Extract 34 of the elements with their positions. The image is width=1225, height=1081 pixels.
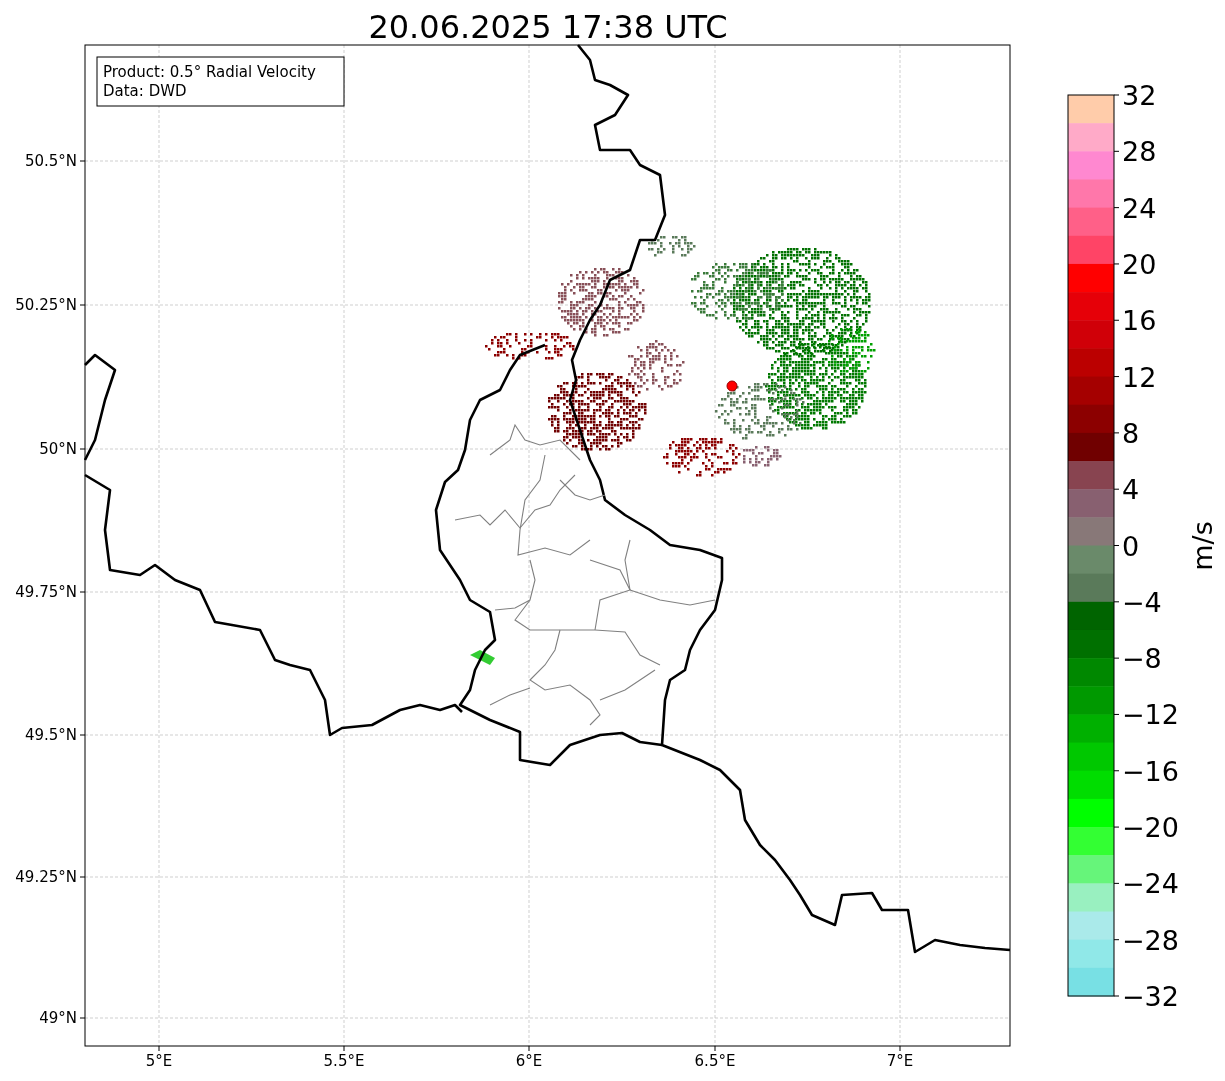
- colorbar-tick-label: −32: [1122, 981, 1179, 1012]
- colorbar-tick-label: 28: [1122, 136, 1157, 168]
- colorbar-tick-label: −16: [1122, 755, 1179, 787]
- axis-tick-label: 49°N: [39, 1009, 77, 1027]
- colorbar-tick-label: 0: [1122, 530, 1140, 562]
- colorbar-tick-label: 12: [1122, 361, 1157, 393]
- colorbar-tick-label: −24: [1122, 868, 1179, 900]
- axis-tick-label: 50°N: [39, 440, 77, 458]
- axis-tick-label: 49.25°N: [15, 868, 77, 886]
- info-text: Product: 0.5° Radial Velocity: [103, 63, 316, 81]
- colorbar-tick-label: −12: [1122, 699, 1179, 731]
- axis-tick-label: 50.25°N: [15, 296, 77, 314]
- axis-tick-label: 5.5°E: [323, 1052, 365, 1070]
- axis-tick-label: 49.75°N: [15, 583, 77, 601]
- colorbar-tick-label: 16: [1122, 305, 1157, 337]
- colorbar-tick-label: 20: [1122, 248, 1157, 280]
- axis-tick-label: 49.5°N: [24, 726, 77, 744]
- axis-tick-label: 6°E: [515, 1052, 543, 1070]
- axis-tick-label: 5°E: [145, 1052, 173, 1070]
- axis-tick-label: 50.5°N: [24, 152, 77, 170]
- colorbar-label: m/s: [1187, 521, 1218, 571]
- colorbar-tick-label: −4: [1122, 586, 1162, 618]
- axis-tick-label: 7°E: [886, 1052, 914, 1070]
- colorbar-tick-label: −8: [1122, 643, 1162, 675]
- colorbar-tick-label: 8: [1122, 417, 1140, 449]
- colorbar-tick-label: −20: [1122, 812, 1179, 844]
- colorbar-tick-label: 24: [1122, 192, 1157, 224]
- info-text: Data: DWD: [103, 82, 187, 100]
- axis-tick-label: 6.5°E: [694, 1052, 736, 1070]
- colorbar-tick-label: 4: [1122, 474, 1140, 506]
- colorbar-tick-label: −28: [1122, 924, 1179, 956]
- colorbar-tick-label: 32: [1122, 80, 1157, 111]
- chart-title: 20.06.2025 17:38 UTC: [368, 8, 728, 46]
- radar-site-marker: [726, 380, 738, 392]
